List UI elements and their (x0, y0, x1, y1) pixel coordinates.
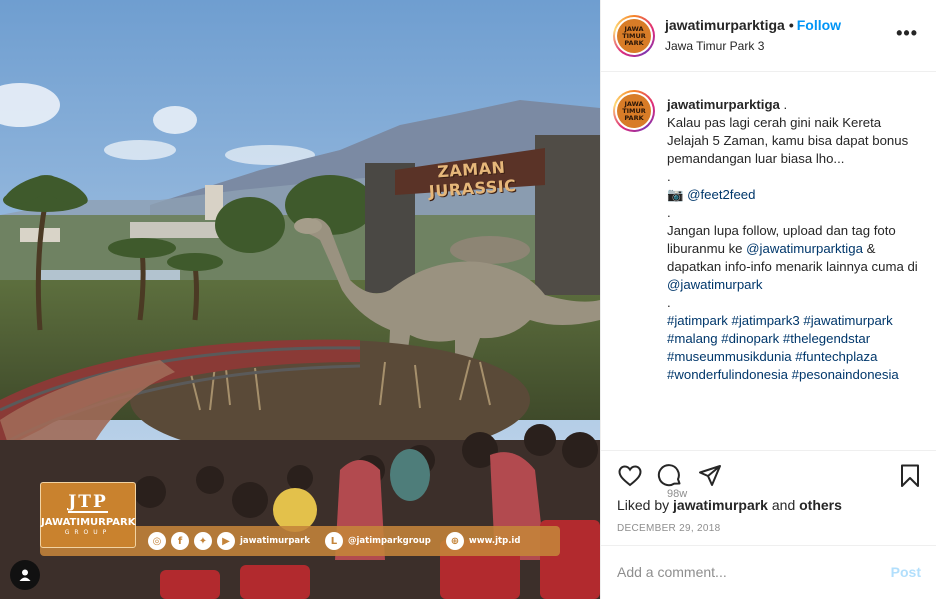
logo-mark: JTP (68, 492, 108, 513)
mention-link[interactable]: @jawatimurpark (667, 277, 762, 292)
facebook-icon: f (171, 532, 189, 550)
logo-name: JAWATIMURPARK (41, 517, 136, 528)
tagged-users-button[interactable] (10, 560, 40, 590)
liked-by-user[interactable]: jawatimurpark (673, 497, 768, 513)
post-comment-button[interactable]: Post (891, 564, 921, 580)
banner-web-text: www.jtp.id (468, 536, 521, 546)
line-icon: L (324, 532, 343, 550)
avatar-image: JAWA TIMUR PARK (617, 94, 651, 128)
avatar-image: JAWA TIMUR PARK (617, 19, 651, 53)
banner-youtube-text: jawatimurpark (240, 536, 310, 546)
user-icon (19, 569, 31, 581)
post-sidebar: JAWA TIMUR PARK jawatimurparktiga • Follow J… (600, 0, 936, 599)
avatar[interactable]: JAWA TIMUR PARK (613, 15, 655, 57)
bookmark-icon[interactable] (897, 463, 923, 489)
header-username-row: jawatimurparktiga • Follow (665, 17, 841, 33)
youtube-icon: ▶ (217, 532, 235, 550)
caption-dot: . (667, 169, 671, 184)
likes-others-link[interactable]: others (799, 497, 842, 513)
hashtag-link[interactable]: #jawatimurpark (803, 313, 892, 328)
header-username[interactable]: jawatimurparktiga (665, 17, 785, 33)
caption-credit: 📷 @feet2feed (667, 186, 923, 204)
credit-mention[interactable]: @feet2feed (687, 187, 755, 202)
caption-text: jawatimurparktiga . Kalau pas lagi cerah… (667, 96, 923, 384)
hashtag-link[interactable]: #funtechplaza (795, 349, 877, 364)
camera-icon: 📷 (667, 187, 684, 202)
follow-button[interactable]: Follow (797, 17, 841, 33)
hashtag-link[interactable]: #thelegendstar (783, 331, 870, 346)
twitter-icon: ✦ (194, 532, 212, 550)
post-photo[interactable]: ZAMAN JURASSIC ◎ f ✦ ▶ jawatimurpark L @… (0, 0, 600, 599)
post-header: JAWA TIMUR PARK jawatimurparktiga • Follow J… (601, 0, 936, 72)
caption-intro: Kalau pas lagi cerah gini naik Kereta Je… (667, 115, 909, 166)
caption-dot: . (667, 295, 671, 310)
caption-avatar[interactable]: JAWA TIMUR PARK (613, 90, 655, 132)
banner-line-text: @jatimparkgroup (347, 536, 431, 546)
share-icon[interactable] (697, 463, 723, 489)
logo-sub: GROUP (64, 529, 112, 536)
hashtag-link[interactable]: #wonderfulindonesia (667, 367, 788, 382)
instagram-icon: ◎ (148, 532, 166, 550)
header-separator: • (788, 17, 794, 33)
caption-dot: . (667, 205, 671, 220)
location-link[interactable]: Jawa Timur Park 3 (665, 39, 764, 53)
mention-link[interactable]: @jawatimurparktiga (746, 241, 863, 256)
hashtag-list: #jatimpark #jatimpark3 #jawatimurpark #m… (667, 312, 923, 384)
likes-summary: Liked by jawatimurpark and others (617, 497, 842, 513)
jtp-logo: JTP JAWATIMURPARK GROUP (40, 482, 136, 548)
web-icon: ⊕ (445, 532, 464, 550)
action-bar: Liked by jawatimurpark and others DECEMB… (601, 450, 936, 545)
comment-box: Post (601, 545, 936, 599)
comment-input[interactable] (617, 564, 867, 580)
caption-username[interactable]: jawatimurparktiga (667, 97, 780, 112)
hashtag-link[interactable]: #jatimpark3 (732, 313, 800, 328)
caption-body: Jangan lupa follow, upload dan tag foto … (667, 223, 918, 292)
caption-area: JAWA TIMUR PARK jawatimurparktiga . Kalau … (601, 72, 936, 500)
brand-banner: ◎ f ✦ ▶ jawatimurpark L @jatimparkgroup … (40, 482, 600, 560)
comment-icon[interactable] (657, 463, 683, 489)
hashtag-link[interactable]: #malang (667, 331, 718, 346)
hashtag-link[interactable]: #jatimpark (667, 313, 728, 328)
hashtag-link[interactable]: #museummusikdunia (667, 349, 792, 364)
heart-icon[interactable] (617, 463, 643, 489)
hashtag-link[interactable]: #pesonaindonesia (792, 367, 899, 382)
post-date[interactable]: DECEMBER 29, 2018 (617, 523, 720, 534)
hashtag-link[interactable]: #dinopark (721, 331, 779, 346)
more-options-icon[interactable]: ••• (896, 24, 918, 42)
